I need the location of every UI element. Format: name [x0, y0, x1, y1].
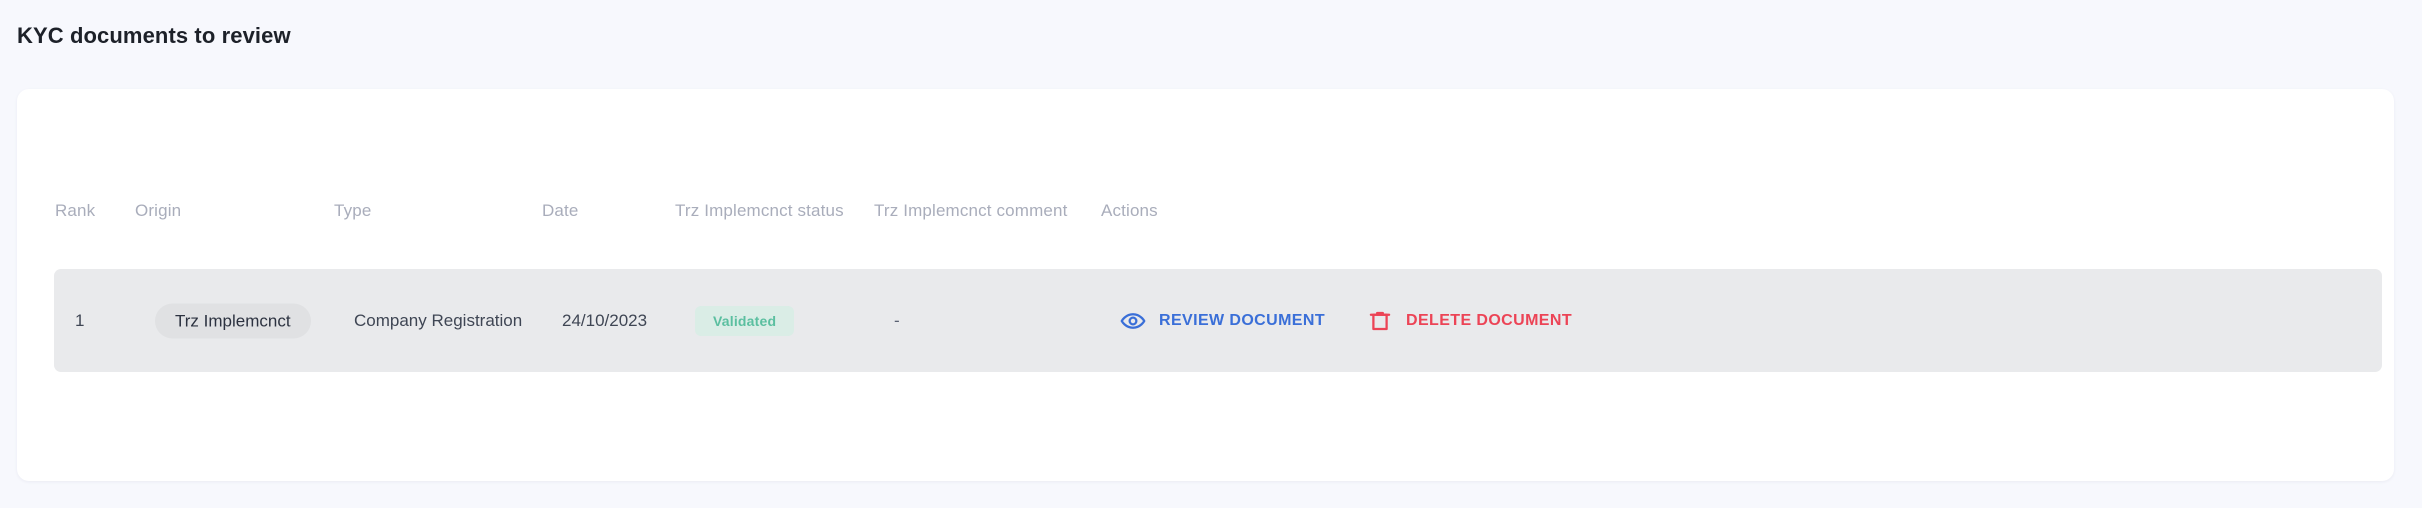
- table-header-row: Rank Origin Type Date Trz Implemcnct sta…: [37, 89, 2385, 279]
- cell-status: Validated: [695, 305, 795, 336]
- table-row-content: 1 Trz Implemcnct Company Registration 24…: [54, 269, 2382, 372]
- review-document-label: REVIEW DOCUMENT: [1159, 311, 1325, 329]
- cell-rank: 1: [75, 310, 85, 330]
- column-header-origin: Origin: [135, 201, 182, 220]
- kyc-documents-page: KYC documents to review Rank Origin Type…: [0, 0, 2422, 508]
- column-header-date: Date: [542, 201, 579, 220]
- kyc-documents-card: Rank Origin Type Date Trz Implemcnct sta…: [17, 89, 2394, 481]
- delete-document-label: DELETE DOCUMENT: [1406, 311, 1572, 329]
- column-header-actions: Actions: [1101, 201, 1158, 220]
- column-header-status: Trz Implemcnct status: [675, 201, 844, 220]
- delete-document-button[interactable]: DELETE DOCUMENT: [1367, 308, 1572, 334]
- trash-icon: [1367, 308, 1393, 334]
- column-header-rank: Rank: [55, 201, 96, 220]
- eye-icon: [1120, 308, 1146, 334]
- cell-comment: -: [894, 310, 900, 330]
- cell-type: Company Registration: [354, 310, 523, 330]
- cell-actions: REVIEW DOCUMENT DELETE DOCUMENT: [1120, 308, 1572, 334]
- cell-origin: Trz Implemcnct: [155, 303, 311, 338]
- page-title: KYC documents to review: [17, 23, 291, 48]
- table-row[interactable]: 1 Trz Implemcnct Company Registration 24…: [54, 269, 2382, 372]
- column-header-type: Type: [334, 201, 372, 220]
- kyc-documents-table: Rank Origin Type Date Trz Implemcnct sta…: [17, 89, 2394, 481]
- review-document-button[interactable]: REVIEW DOCUMENT: [1120, 308, 1325, 334]
- column-header-comment: Trz Implemcnct comment: [874, 201, 1068, 220]
- cell-date: 24/10/2023: [562, 310, 648, 330]
- row-actions: REVIEW DOCUMENT DELETE DOCUMENT: [1120, 308, 1572, 334]
- status-badge: Validated: [695, 305, 795, 336]
- origin-chip: Trz Implemcnct: [155, 303, 311, 338]
